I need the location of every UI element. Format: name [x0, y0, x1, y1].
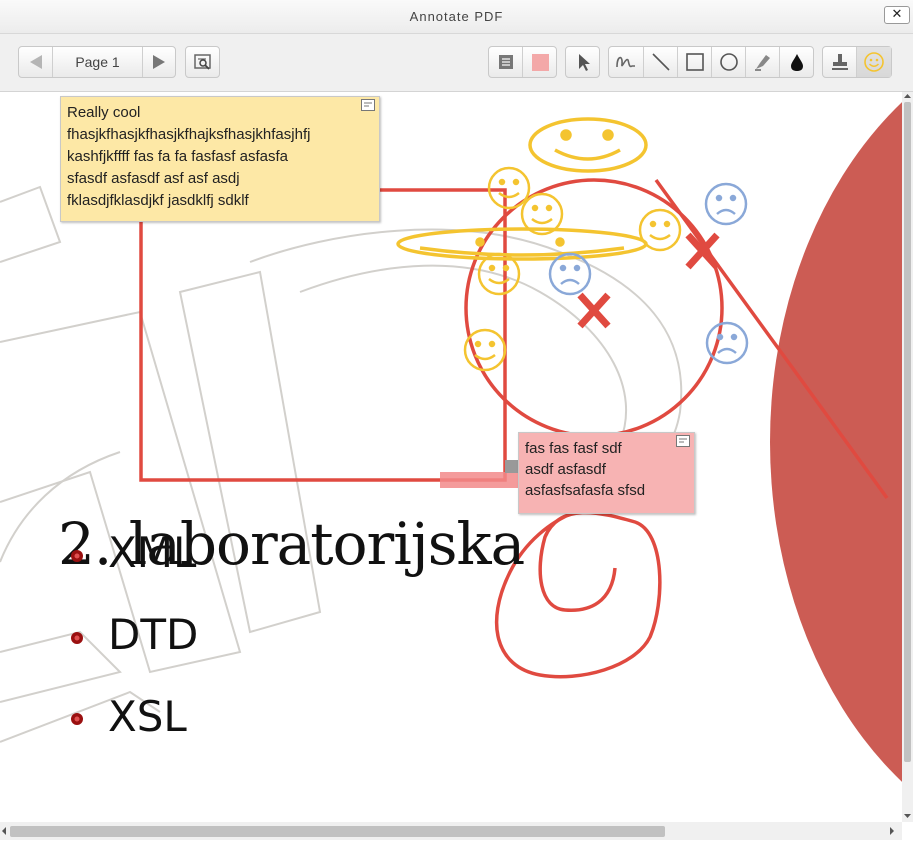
stamp-icon [831, 54, 848, 70]
smiley-stamp[interactable] [463, 328, 507, 372]
select-tool-group [565, 46, 600, 78]
oval-icon [719, 53, 738, 71]
smiley-stamp-button[interactable] [857, 47, 891, 77]
vertical-scrollbar[interactable] [902, 92, 913, 822]
frown-stamp[interactable] [548, 252, 592, 296]
rectangle-tool-button[interactable] [678, 47, 712, 77]
note-line: asfasfsafasfa sfsd [525, 482, 646, 499]
annotate-pdf-dialog: Annotate PDF ✕ Page 1 2. laboratorijska … [0, 0, 913, 854]
note-line: asdf asfasdf [525, 461, 606, 478]
frown-stamp[interactable] [704, 182, 748, 226]
close-button[interactable]: ✕ [884, 6, 910, 24]
prev-page-button[interactable] [19, 47, 53, 77]
next-page-button[interactable] [143, 47, 175, 77]
color-swatch-icon [531, 54, 549, 71]
vertical-scroll-thumb[interactable] [904, 102, 911, 762]
bullet-icon [71, 632, 83, 644]
frown-stamp[interactable] [705, 321, 749, 365]
line-tool-button[interactable] [644, 47, 678, 77]
search-comments-button[interactable] [186, 47, 219, 77]
smiley-icon [864, 52, 884, 72]
comment-note-pink[interactable]: fas fas fasf sdf asdf asfasdf asfasfsafa… [518, 432, 695, 514]
dialog-bottom-edge [0, 840, 913, 854]
stamp-tools [822, 46, 892, 78]
cursor-arrow-icon [578, 54, 590, 71]
note-menu-icon[interactable] [676, 435, 690, 447]
title-bar: Annotate PDF ✕ [0, 0, 913, 34]
ink-drop-icon [790, 54, 803, 71]
smiley-stamp[interactable] [528, 117, 648, 173]
drawing-tools [608, 46, 814, 78]
smiley-stamp[interactable] [396, 227, 648, 261]
comment-color-button[interactable] [523, 47, 556, 77]
bullet-icon [71, 550, 83, 562]
select-tool-button[interactable] [566, 47, 599, 77]
scroll-right-icon[interactable] [888, 822, 896, 840]
highlight-annotation[interactable] [440, 472, 520, 488]
scroll-down-icon[interactable] [902, 812, 913, 820]
comment-icon [498, 55, 513, 69]
page-navigation: Page 1 [18, 46, 176, 78]
note-line: Really cool [67, 104, 141, 121]
smiley-stamp[interactable] [638, 208, 682, 252]
toolbar: Page 1 [0, 34, 913, 92]
stamp-tool-button[interactable] [823, 47, 857, 77]
rectangle-annotation[interactable] [139, 188, 507, 482]
horizontal-scrollbar[interactable] [0, 822, 902, 840]
search-comments-group [185, 46, 220, 78]
smiley-stamp[interactable] [487, 166, 531, 210]
oval-tool-button[interactable] [712, 47, 746, 77]
cross-stamp[interactable] [577, 292, 611, 329]
comment-tools [488, 46, 557, 78]
bullet-icon [71, 713, 83, 725]
horizontal-scroll-thumb[interactable] [10, 826, 665, 837]
rectangle-icon [685, 53, 704, 71]
scroll-left-icon[interactable] [0, 822, 8, 840]
note-line: fas fas fasf sdf [525, 440, 622, 457]
arrow-right-icon [153, 55, 165, 69]
comment-note-yellow[interactable]: Really cool fhasjkfhasjkfhasjkfhajksfhas… [60, 96, 380, 222]
ink-color-button[interactable] [780, 47, 813, 77]
pen-tool-button[interactable] [609, 47, 644, 77]
pen-scribble-icon [616, 56, 635, 68]
bullet-item: XSL [108, 692, 187, 741]
bullet-item: XML [108, 528, 197, 577]
note-line: fklasdjfklasdjkf jasdklfj sdklf [67, 192, 249, 209]
dialog-title: Annotate PDF [409, 9, 504, 24]
line-icon [651, 53, 670, 71]
slide-accent-shape [770, 102, 902, 782]
note-line: fhasjkfhasjkfhasjkfhajksfhasjkhfasjhfj [67, 126, 311, 143]
arrow-left-icon [29, 55, 42, 69]
note-line: sfasdf asfasdf asf asf asdj [67, 170, 240, 187]
note-line: kashfjkffff fas fa fa fasfasf asfasfa [67, 148, 288, 165]
bullet-item: DTD [108, 610, 199, 659]
page-selector[interactable]: Page 1 [53, 47, 143, 77]
scroll-up-icon[interactable] [902, 92, 913, 100]
highlighter-tool-button[interactable] [746, 47, 780, 77]
note-menu-icon[interactable] [361, 99, 375, 111]
highlighter-icon [754, 55, 770, 71]
search-comments-icon [193, 54, 211, 70]
comment-tool-button[interactable] [489, 47, 523, 77]
